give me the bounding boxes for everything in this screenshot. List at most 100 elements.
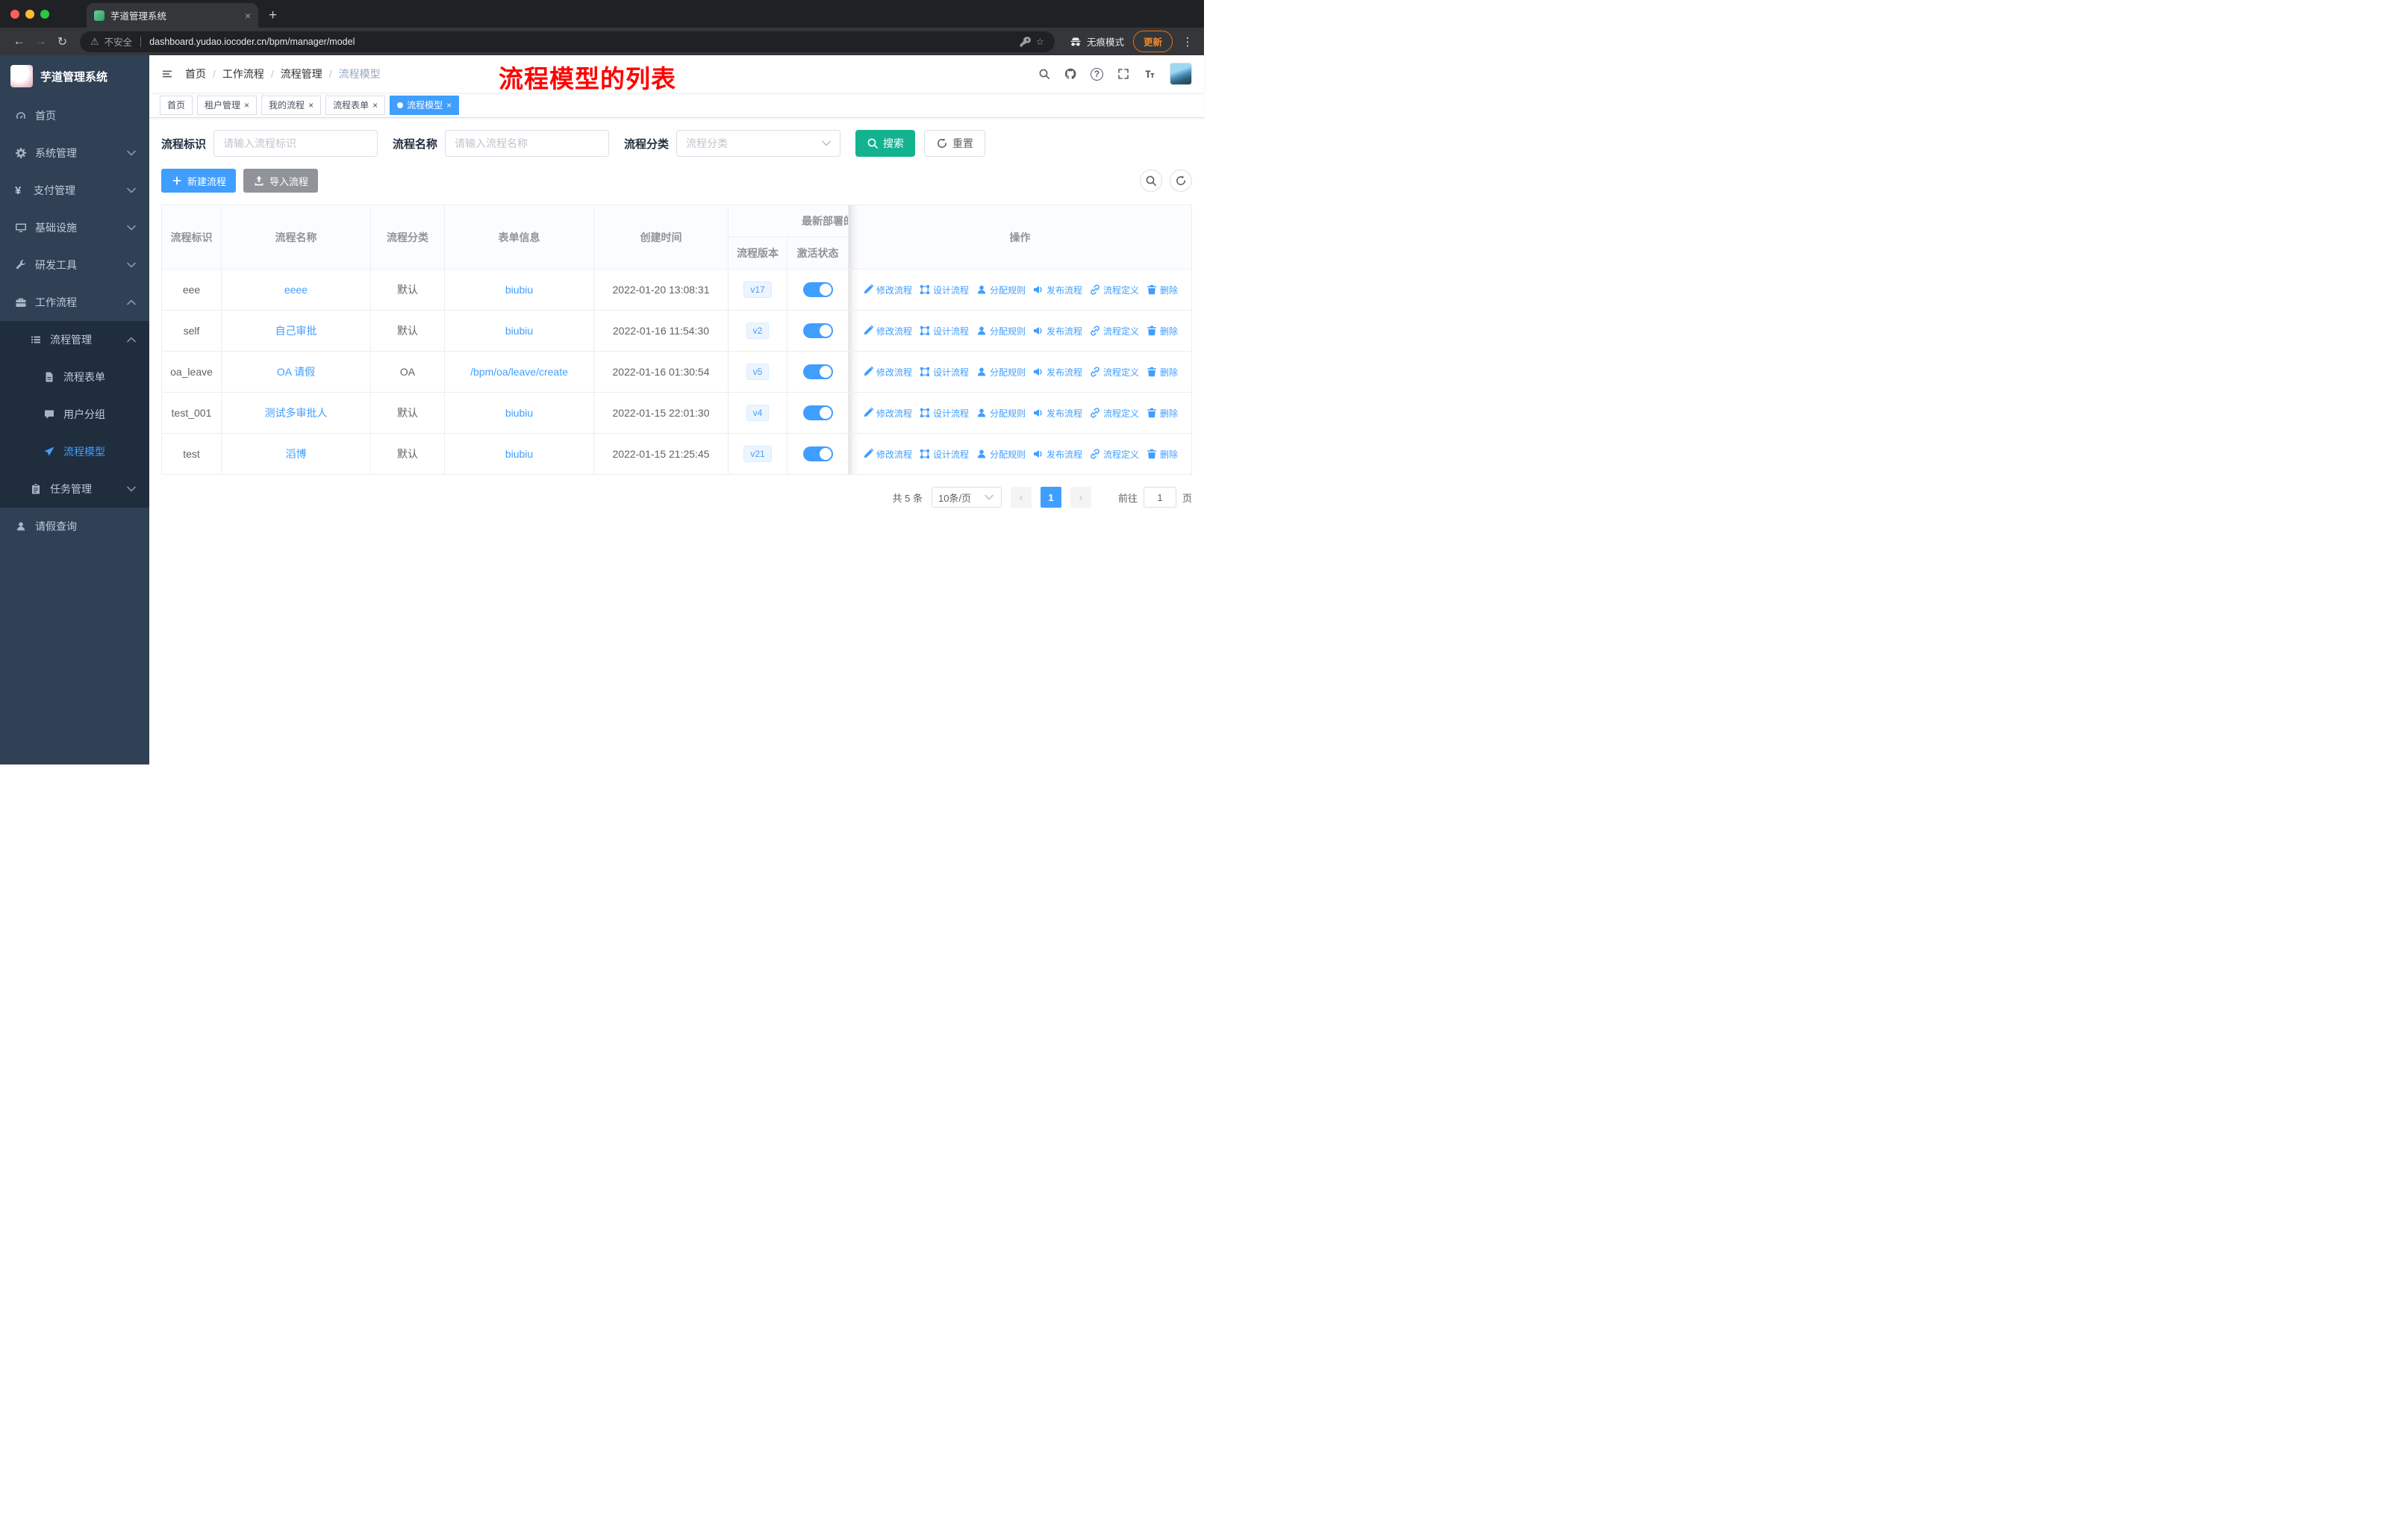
- edit-process-link[interactable]: 修改流程: [862, 407, 912, 420]
- process-name-link[interactable]: 滔博: [286, 448, 307, 460]
- sidebar-item-devtools[interactable]: 研发工具: [0, 246, 149, 284]
- sidebar-item-system[interactable]: 系统管理: [0, 134, 149, 172]
- active-toggle[interactable]: [802, 364, 833, 379]
- assign-rule-link[interactable]: 分配规则: [976, 284, 1026, 296]
- publish-process-link[interactable]: 发布流程: [1032, 448, 1082, 461]
- delete-process-link[interactable]: 删除: [1146, 366, 1178, 379]
- password-key-icon[interactable]: [1019, 36, 1031, 48]
- active-toggle[interactable]: [802, 405, 833, 420]
- process-name-link[interactable]: OA 请假: [277, 366, 315, 378]
- tag-my-process[interactable]: 我的流程 ×: [261, 95, 322, 115]
- process-definition-link[interactable]: 流程定义: [1089, 366, 1139, 379]
- browser-menu-icon[interactable]: ⋮: [1180, 35, 1195, 49]
- import-process-button[interactable]: 导入流程: [243, 169, 319, 193]
- url-bar[interactable]: ⚠ 不安全 dashboard.yudao.iocoder.cn/bpm/man…: [80, 31, 1055, 52]
- process-name-link[interactable]: 测试多审批人: [265, 407, 328, 419]
- window-zoom-button[interactable]: [40, 9, 49, 19]
- create-process-button[interactable]: 新建流程: [161, 169, 237, 193]
- form-info-link[interactable]: biubiu: [505, 325, 533, 337]
- browser-tab[interactable]: 芋道管理系统 ×: [87, 3, 258, 28]
- window-minimize-button[interactable]: [25, 9, 34, 19]
- sidebar-item-leave-query[interactable]: 请假查询: [0, 508, 149, 545]
- delete-process-link[interactable]: 删除: [1146, 407, 1178, 420]
- forward-button[interactable]: →: [31, 35, 51, 49]
- sidebar-item-task-management[interactable]: 任务管理: [0, 470, 149, 508]
- toggle-search-button[interactable]: [1140, 169, 1162, 192]
- form-info-link[interactable]: biubiu: [505, 284, 533, 296]
- tag-process-model[interactable]: 流程模型 ×: [390, 95, 460, 115]
- form-info-link[interactable]: biubiu: [505, 448, 533, 460]
- next-page-button[interactable]: ›: [1070, 487, 1091, 508]
- fullscreen-icon[interactable]: [1117, 68, 1129, 80]
- breadcrumb-workflow[interactable]: 工作流程: [222, 66, 281, 81]
- process-key-input[interactable]: [213, 130, 378, 157]
- design-process-link[interactable]: 设计流程: [919, 325, 969, 337]
- header-search-icon[interactable]: [1038, 68, 1050, 80]
- sidebar-item-payment[interactable]: ¥ 支付管理: [0, 172, 149, 209]
- font-size-icon[interactable]: [1144, 68, 1155, 80]
- sidebar-item-user-group[interactable]: 用户分组: [0, 396, 149, 433]
- security-label[interactable]: 不安全: [105, 34, 133, 49]
- edit-process-link[interactable]: 修改流程: [862, 325, 912, 337]
- active-toggle[interactable]: [802, 282, 833, 297]
- assign-rule-link[interactable]: 分配规则: [976, 407, 1026, 420]
- active-toggle[interactable]: [802, 446, 833, 461]
- reset-button[interactable]: 重置: [924, 130, 986, 157]
- tag-close-icon[interactable]: ×: [308, 101, 314, 110]
- process-definition-link[interactable]: 流程定义: [1089, 448, 1139, 461]
- sidebar-item-workflow[interactable]: 工作流程: [0, 284, 149, 321]
- form-info-link[interactable]: biubiu: [505, 407, 533, 419]
- tag-close-icon[interactable]: ×: [372, 101, 378, 110]
- process-name-input[interactable]: [445, 130, 610, 157]
- process-definition-link[interactable]: 流程定义: [1089, 407, 1139, 420]
- github-icon[interactable]: [1064, 68, 1076, 80]
- design-process-link[interactable]: 设计流程: [919, 407, 969, 420]
- tab-close-icon[interactable]: ×: [245, 10, 251, 22]
- delete-process-link[interactable]: 删除: [1146, 448, 1178, 461]
- goto-page-input[interactable]: [1143, 487, 1176, 508]
- design-process-link[interactable]: 设计流程: [919, 448, 969, 461]
- page-size-select[interactable]: 10条/页: [931, 487, 1002, 508]
- sidebar-toggle-icon[interactable]: [161, 68, 173, 80]
- breadcrumb-home[interactable]: 首页: [185, 66, 222, 81]
- design-process-link[interactable]: 设计流程: [919, 366, 969, 379]
- tag-close-icon[interactable]: ×: [446, 101, 452, 110]
- sidebar-item-home[interactable]: 首页: [0, 97, 149, 134]
- active-toggle[interactable]: [802, 323, 833, 338]
- design-process-link[interactable]: 设计流程: [919, 284, 969, 296]
- refresh-table-button[interactable]: [1170, 169, 1192, 192]
- tag-home[interactable]: 首页: [160, 95, 193, 115]
- delete-process-link[interactable]: 删除: [1146, 284, 1178, 296]
- edit-process-link[interactable]: 修改流程: [862, 284, 912, 296]
- process-name-link[interactable]: 自己审批: [275, 325, 317, 337]
- assign-rule-link[interactable]: 分配规则: [976, 448, 1026, 461]
- reload-button[interactable]: ↻: [52, 34, 72, 49]
- form-info-link[interactable]: /bpm/oa/leave/create: [470, 366, 568, 378]
- publish-process-link[interactable]: 发布流程: [1032, 366, 1082, 379]
- tag-tenant[interactable]: 租户管理 ×: [197, 95, 258, 115]
- help-icon[interactable]: ?: [1091, 67, 1103, 81]
- publish-process-link[interactable]: 发布流程: [1032, 284, 1082, 296]
- process-name-link[interactable]: eeee: [284, 284, 308, 296]
- bookmark-star-icon[interactable]: ☆: [1036, 36, 1044, 47]
- sidebar-item-process-model[interactable]: 流程模型: [0, 433, 149, 470]
- sidebar-item-infrastructure[interactable]: 基础设施: [0, 209, 149, 246]
- search-button[interactable]: 搜索: [855, 130, 916, 157]
- back-button[interactable]: ←: [9, 35, 29, 49]
- new-tab-button[interactable]: +: [269, 7, 277, 24]
- tag-process-form[interactable]: 流程表单 ×: [325, 95, 386, 115]
- user-avatar[interactable]: [1170, 63, 1192, 85]
- publish-process-link[interactable]: 发布流程: [1032, 407, 1082, 420]
- edit-process-link[interactable]: 修改流程: [862, 366, 912, 379]
- publish-process-link[interactable]: 发布流程: [1032, 325, 1082, 337]
- assign-rule-link[interactable]: 分配规则: [976, 325, 1026, 337]
- process-definition-link[interactable]: 流程定义: [1089, 325, 1139, 337]
- breadcrumb-process-management[interactable]: 流程管理: [281, 66, 339, 81]
- edit-process-link[interactable]: 修改流程: [862, 448, 912, 461]
- tag-close-icon[interactable]: ×: [244, 101, 249, 110]
- window-close-button[interactable]: [10, 9, 19, 19]
- sidebar-item-process-form[interactable]: 流程表单: [0, 358, 149, 396]
- process-definition-link[interactable]: 流程定义: [1089, 284, 1139, 296]
- sidebar-item-process-management[interactable]: 流程管理: [0, 321, 149, 358]
- current-page-button[interactable]: 1: [1040, 487, 1061, 508]
